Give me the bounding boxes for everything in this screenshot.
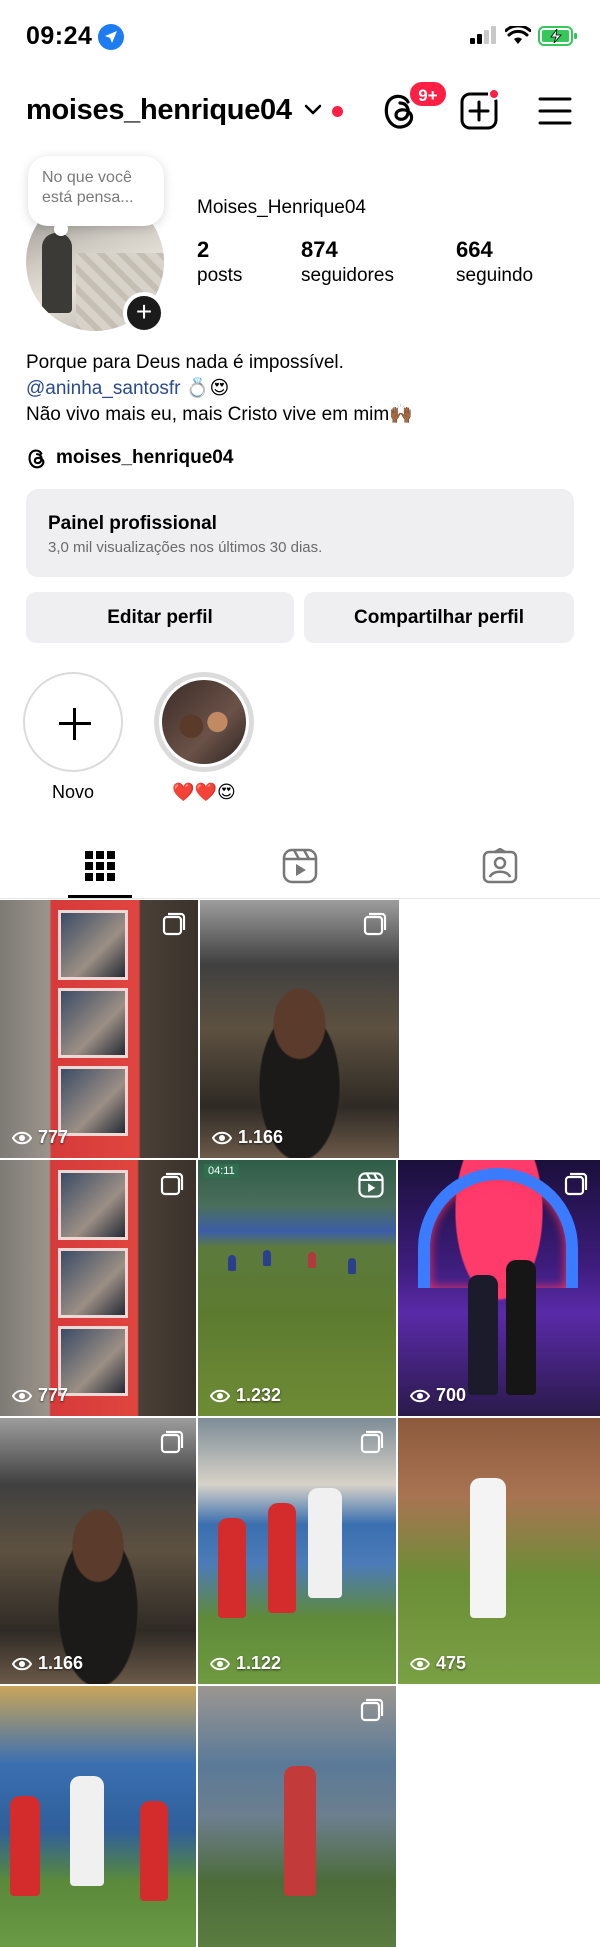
highlight-label: Novo <box>51 782 95 802</box>
wifi-icon <box>505 26 531 44</box>
stat-value: 874 <box>301 237 338 262</box>
carousel-icon <box>363 912 387 936</box>
profile-tabs <box>0 833 600 899</box>
threads-profile-link[interactable]: moises_henrique04 <box>26 446 233 470</box>
grid-post[interactable]: 777 <box>0 900 198 1158</box>
share-profile-button[interactable]: Compartilhar perfil <box>304 592 574 643</box>
create-notification-dot <box>488 88 500 100</box>
carousel-icon <box>564 1172 588 1196</box>
grid-icon <box>85 851 115 881</box>
bio-line: Não vivo mais eu, mais Cristo vive em mi… <box>26 404 413 425</box>
view-count: 1.122 <box>210 1653 281 1674</box>
view-count: 1.166 <box>12 1653 83 1674</box>
eye-icon <box>12 1389 32 1402</box>
eye-icon <box>210 1389 230 1402</box>
highlight-label: ❤️❤️😍 <box>172 782 236 802</box>
eye-icon <box>410 1657 430 1670</box>
cellular-signal-icon <box>470 26 496 44</box>
stat-following[interactable]: 664 seguindo <box>456 237 533 287</box>
stat-label: seguindo <box>456 265 534 286</box>
battery-charging-icon <box>538 26 577 46</box>
carousel-icon <box>360 1698 384 1722</box>
profile-header: moises_henrique04 9+ <box>0 80 600 144</box>
view-count: 1.232 <box>210 1385 281 1406</box>
view-count: 475 <box>410 1653 466 1674</box>
stat-label: seguidores <box>301 265 394 286</box>
plus-icon <box>23 672 123 772</box>
panel-subtitle: 3,0 mil visualizações nos últimos 30 dia… <box>48 539 323 556</box>
stat-posts[interactable]: 2 posts <box>197 237 242 287</box>
eye-icon <box>12 1131 32 1144</box>
note-bubble[interactable]: No que você está pensa... <box>28 156 164 236</box>
eye-icon <box>12 1657 32 1670</box>
carousel-icon <box>360 1430 384 1454</box>
location-arrow-icon <box>98 24 124 50</box>
highlight-item[interactable]: ❤️❤️😍 <box>153 672 255 803</box>
grid-post[interactable] <box>198 1686 396 1947</box>
tagged-person-icon <box>482 848 518 884</box>
highlight-new[interactable]: Novo <box>22 672 124 803</box>
highlight-cover <box>162 680 246 764</box>
threads-notification-badge: 9+ <box>408 80 448 108</box>
view-count: 1.166 <box>212 1127 283 1148</box>
eye-icon <box>212 1131 232 1144</box>
grid-post[interactable] <box>0 1686 196 1947</box>
panel-title: Painel profissional <box>48 513 217 534</box>
view-count: 777 <box>12 1127 68 1148</box>
status-time: 09:24 <box>26 22 93 50</box>
reel-icon <box>358 1172 384 1198</box>
tab-posts-grid[interactable] <box>0 833 200 899</box>
carousel-icon <box>160 1172 184 1196</box>
stat-value: 2 <box>197 237 210 262</box>
stat-value: 664 <box>456 237 493 262</box>
eye-icon <box>410 1389 430 1402</box>
bio-line: Porque para Deus nada é impossível. <box>26 352 344 373</box>
add-story-button[interactable]: + <box>123 292 165 334</box>
grid-post[interactable]: 1.122 <box>198 1418 396 1684</box>
threads-handle: moises_henrique04 <box>56 447 234 468</box>
stat-followers[interactable]: 874 seguidores <box>301 237 394 287</box>
account-notification-dot <box>332 106 343 117</box>
bio-mention-link[interactable]: @aninha_santosfr <box>26 378 181 399</box>
note-placeholder: No que você está pensa... <box>42 169 134 206</box>
bio-mention-emoji: 💍😍 <box>185 378 230 399</box>
carousel-icon <box>160 1430 184 1454</box>
grid-post[interactable]: 1.166 <box>0 1418 196 1684</box>
edit-profile-button[interactable]: Editar perfil <box>26 592 294 643</box>
professional-dashboard[interactable]: Painel profissional 3,0 mil visualizaçõe… <box>26 489 574 577</box>
stat-label: posts <box>197 265 243 286</box>
grid-post[interactable]: 475 <box>398 1418 600 1684</box>
hamburger-menu-icon[interactable] <box>538 96 572 126</box>
video-timecode: 04:11 <box>204 1164 239 1178</box>
status-bar: 09:24 <box>0 0 600 72</box>
threads-icon <box>28 449 45 469</box>
reels-icon <box>282 848 318 884</box>
carousel-icon <box>162 912 186 936</box>
grid-post[interactable]: 1.166 <box>200 900 399 1158</box>
chevron-down-icon[interactable] <box>304 104 322 116</box>
display-name: Moises_Henrique04 <box>197 197 366 218</box>
bio: Porque para Deus nada é impossível. @ani… <box>26 350 413 428</box>
tab-tagged[interactable] <box>400 833 600 899</box>
view-count: 700 <box>410 1385 466 1406</box>
grid-reel[interactable]: 04:11 1.232 <box>198 1160 396 1416</box>
account-switcher[interactable]: moises_henrique04 <box>26 94 292 127</box>
bio-mention-line: @aninha_santosfr 💍😍 <box>26 376 413 402</box>
grid-post[interactable]: 777 <box>0 1160 196 1416</box>
tab-reels[interactable] <box>200 833 400 899</box>
active-tab-indicator <box>68 895 132 898</box>
view-count: 777 <box>12 1385 68 1406</box>
eye-icon <box>210 1657 230 1670</box>
grid-post[interactable]: 700 <box>398 1160 600 1416</box>
